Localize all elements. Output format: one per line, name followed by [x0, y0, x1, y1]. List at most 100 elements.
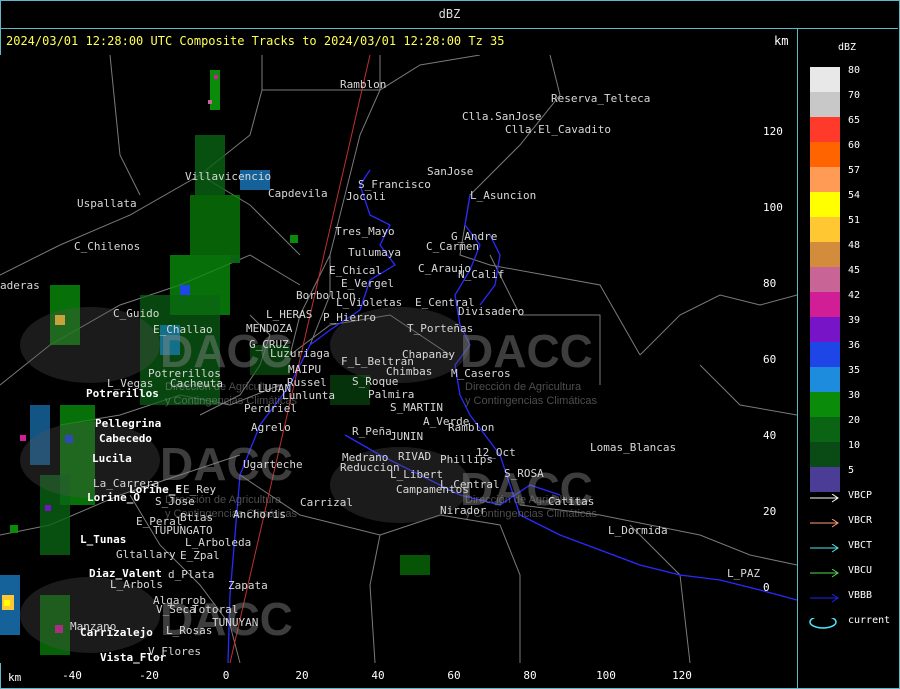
- place-label: Cabecedo: [99, 432, 152, 445]
- y-tick-label: 40: [763, 429, 777, 442]
- track-arrow-icon: [810, 519, 839, 528]
- legend-label: 39: [848, 315, 861, 326]
- place-label: MAIPU: [288, 363, 322, 376]
- x-tick-label: 100: [596, 669, 616, 682]
- legend-label: 30: [848, 390, 861, 401]
- x-tick-label: 20: [295, 669, 309, 682]
- legend-swatch: [810, 67, 840, 92]
- track-arrow-icon: [810, 494, 839, 503]
- legend-swatch: [810, 117, 840, 142]
- y-tick-label: 120: [763, 125, 783, 138]
- product-title: 2024/03/01 12:28:00 UTC Composite Tracks…: [6, 34, 505, 48]
- legend-swatch: [810, 317, 840, 342]
- track-arrow-icon: [810, 594, 839, 603]
- track-arrow-icon: [810, 544, 839, 553]
- legend-label: 57: [848, 165, 861, 176]
- legend-label: 51: [848, 215, 861, 226]
- legend-swatch: [810, 342, 840, 367]
- place-label: S_ROSA: [504, 467, 544, 480]
- track-arrow-icon: [810, 569, 839, 578]
- place-label: Uspallata: [77, 197, 137, 210]
- legend-label: 36: [848, 340, 861, 351]
- x-axis-unit: km: [8, 671, 22, 684]
- place-label: Lunlunta: [282, 389, 335, 402]
- place-label: Palmira: [368, 388, 415, 401]
- place-label: Ugarteche: [243, 458, 303, 471]
- place-label: Chapanay: [402, 348, 455, 361]
- place-label: Vista_Flor: [100, 651, 167, 664]
- place-label: Btias: [180, 511, 214, 524]
- place-label: V_Seca: [156, 603, 196, 616]
- legend-label: 5: [848, 465, 855, 476]
- x-tick-label: -20: [139, 669, 159, 682]
- legend-label: 45: [848, 265, 861, 276]
- place-label: T_Porteñas: [407, 322, 474, 335]
- legend-swatch: [810, 392, 840, 417]
- place-label: Divisadero: [458, 305, 525, 318]
- legend-label: 65: [848, 115, 861, 126]
- legend-label: 54: [848, 190, 861, 201]
- place-label: RIVAD: [398, 450, 432, 463]
- place-label: Nirador: [440, 504, 487, 517]
- place-label: L_Tunas: [80, 533, 127, 546]
- legend-swatch: [810, 167, 840, 192]
- place-label: JUNIN: [390, 430, 424, 443]
- place-label: L_Rosas: [166, 624, 213, 637]
- place-label: Phillips: [440, 453, 493, 466]
- place-label: SanJose: [427, 165, 474, 178]
- legend-label: 70: [848, 90, 861, 101]
- legend-label: 48: [848, 240, 861, 251]
- x-tick-label: -40: [62, 669, 82, 682]
- place-label: L_Arboleda: [185, 536, 252, 549]
- y-tick-label: 80: [763, 277, 777, 290]
- place-label: Lucila: [92, 452, 132, 465]
- place-label: Potrerillos: [86, 387, 159, 400]
- place-label: E_Zpal: [180, 549, 220, 562]
- legend-label: 42: [848, 290, 861, 301]
- y-tick-label: 20: [763, 505, 777, 518]
- place-label: S_MARTIN: [390, 401, 443, 414]
- place-label: Cacheuta: [170, 377, 223, 390]
- legend-swatch: [810, 217, 840, 242]
- svg-text:Dirección de Agricultura: Dirección de Agricultura: [465, 381, 582, 393]
- window-title: dBZ: [1, 1, 898, 29]
- y-tick-label: 100: [763, 201, 783, 214]
- place-label: Villavicencio: [185, 170, 272, 183]
- legend-swatch: [810, 367, 840, 392]
- place-label: Tres_Mayo: [335, 225, 395, 238]
- place-label: C_Chilenos: [74, 240, 141, 253]
- place-label: Lomas_Blancas: [590, 441, 677, 454]
- place-label: Pellegrina: [95, 417, 162, 430]
- place-label: L_Asuncion: [470, 189, 537, 202]
- legend-label: 20: [848, 415, 861, 426]
- legend-swatch: [810, 242, 840, 267]
- place-label: Lorine_O: [87, 491, 140, 504]
- legend-swatch: [810, 442, 840, 467]
- track-legend-label: VBCU: [848, 565, 873, 576]
- place-label: Ramblon: [340, 78, 387, 91]
- svg-text:y Contingencias Climáticas: y Contingencias Climáticas: [465, 395, 598, 407]
- place-label: Gltallary: [116, 548, 176, 561]
- place-label: Zapata: [228, 579, 268, 592]
- place-label: Luzuriaga: [270, 347, 330, 360]
- place-label: Clla.SanJose: [462, 110, 542, 123]
- place-label: aderas: [0, 279, 40, 292]
- legend-label: 60: [848, 140, 861, 151]
- y-tick-label: 60: [763, 353, 777, 366]
- legend-swatch: [810, 267, 840, 292]
- place-label: L_HERAS: [266, 308, 313, 321]
- place-label: Russel: [287, 376, 327, 389]
- place-label: L_Libert: [390, 468, 443, 481]
- place-label: C_Carmen: [426, 240, 479, 253]
- x-tick-label: 120: [672, 669, 692, 682]
- place-label: Tulumaya: [348, 246, 401, 259]
- place-label: d_Plata: [168, 568, 215, 581]
- place-label: TUNUYAN: [212, 616, 259, 629]
- place-label: Carrizalejo: [80, 626, 153, 639]
- legend-swatch: [810, 192, 840, 217]
- place-label: C_Guido: [113, 307, 160, 320]
- track-legend-label: VBBB: [848, 590, 873, 601]
- place-label: L_Violetas: [336, 296, 403, 309]
- legend-swatch: [810, 92, 840, 117]
- y-axis-unit: km: [774, 34, 789, 48]
